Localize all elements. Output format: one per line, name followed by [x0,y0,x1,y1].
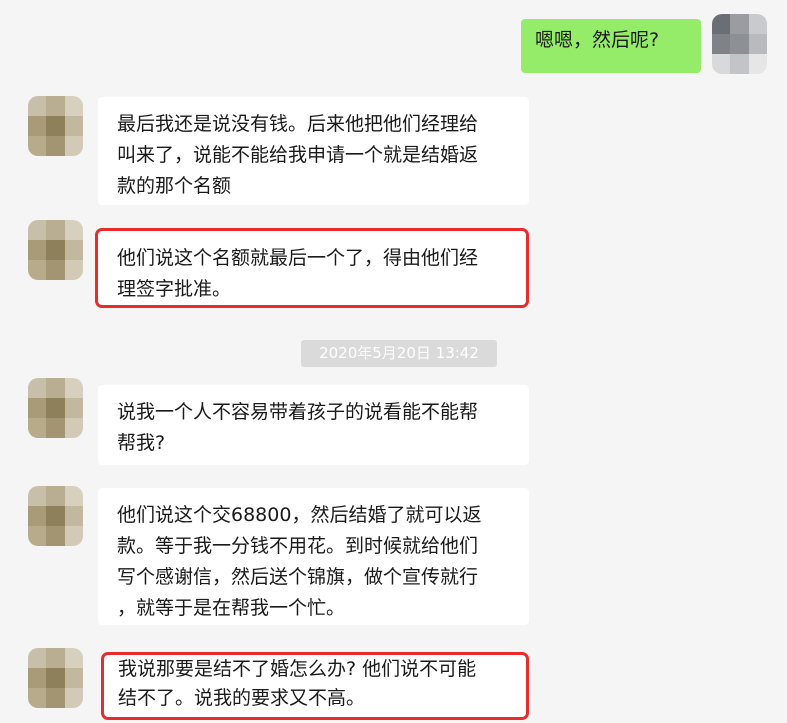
message-line: 结不了。说我的要求又不高。 [118,687,366,709]
chat-bubble-self[interactable]: 嗯嗯，然后呢? [521,19,701,73]
message-line: 理签字批准。 [117,278,232,300]
avatar[interactable] [28,220,83,280]
message-line: ，就等于是在帮我一个忙。 [117,597,346,619]
timestamp-divider: 2020年5月20日 13:42 [301,340,497,367]
chat-bubble-other-highlighted[interactable]: 我说那要是结不了婚怎么办? 他们说不可能 结不了。说我的要求又不高。 [101,652,529,720]
message-line: 款的那个名额 [117,175,232,197]
message-line: 最后我还是说没有钱。后来他把他们经理给 [117,113,479,135]
avatar[interactable] [28,486,83,546]
avatar[interactable] [712,14,767,74]
message-line: 他们说这个名额就最后一个了，得由他们经 [117,247,479,269]
message-line: 说我一个人不容易带着孩子的说看能不能帮 [117,401,479,423]
message-line: 他们说这个交68800，然后结婚了就可以返 [117,504,482,526]
avatar[interactable] [28,648,83,708]
message-line: 叫来了，说能不能给我申请一个就是结婚返 [117,144,479,166]
chat-bubble-other-highlighted[interactable]: 他们说这个名额就最后一个了，得由他们经 理签字批准。 [95,228,529,308]
chat-bubble-other[interactable]: 他们说这个交68800，然后结婚了就可以返 款。等于我一分钱不用花。到时候就给他… [98,488,529,625]
message-line: 写个感谢信，然后送个锦旗，做个宣传就行 [117,566,479,588]
message-line: 帮我? [117,432,166,454]
chat-bubble-other[interactable]: 最后我还是说没有钱。后来他把他们经理给 叫来了，说能不能给我申请一个就是结婚返 … [98,97,529,205]
message-line: 嗯嗯，然后呢? [535,29,660,51]
avatar[interactable] [28,96,83,156]
chat-bubble-other[interactable]: 说我一个人不容易带着孩子的说看能不能帮 帮我? [98,385,529,465]
message-line: 我说那要是结不了婚怎么办? 他们说不可能 [118,658,477,680]
avatar[interactable] [28,378,83,438]
message-line: 款。等于我一分钱不用花。到时候就给他们 [117,535,479,557]
